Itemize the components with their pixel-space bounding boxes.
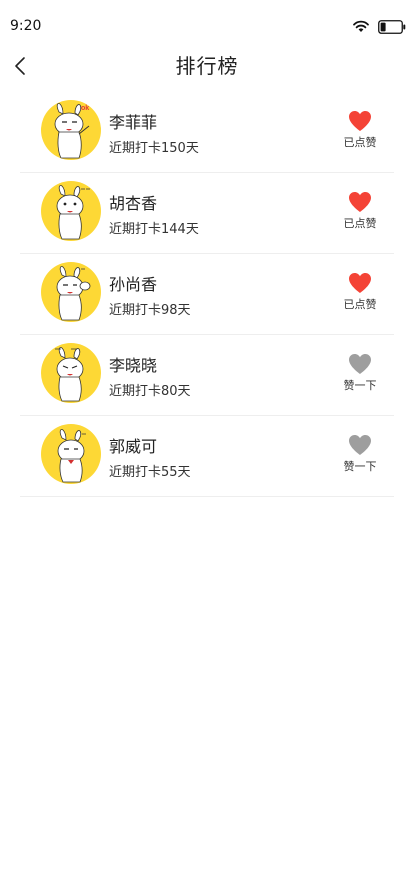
status-bar: 9:20	[0, 0, 414, 44]
checkin-days: 近期打卡150天	[109, 141, 199, 156]
avatar[interactable]	[41, 424, 101, 484]
user-name: 胡杏香	[109, 194, 158, 213]
avatar[interactable]: ok	[41, 100, 101, 160]
bunny-avatar-icon: ok	[54, 103, 90, 159]
like-label: 赞一下	[343, 379, 377, 392]
heart-icon	[349, 354, 371, 374]
heart-icon	[349, 192, 371, 212]
heart-icon	[349, 435, 371, 455]
list-item: 李晓晓 近期打卡80天 赞一下	[20, 335, 394, 416]
like-label: 已点赞	[343, 298, 377, 311]
like-label: 已点赞	[343, 217, 377, 230]
nav-bar: 排行榜	[0, 44, 414, 88]
avatar[interactable]	[41, 181, 101, 241]
bunny-avatar-icon	[57, 429, 86, 483]
like-button[interactable]: 赞一下	[340, 353, 380, 393]
like-button[interactable]: 赞一下	[340, 434, 380, 474]
checkin-days: 近期打卡80天	[109, 384, 191, 399]
user-name: 郭威可	[109, 437, 158, 456]
wifi-icon	[353, 20, 369, 32]
like-label: 赞一下	[343, 460, 377, 473]
checkin-days: 近期打卡55天	[109, 465, 191, 480]
battery-icon	[378, 20, 406, 34]
list-item: 胡杏香 近期打卡144天 已点赞	[20, 173, 394, 254]
page-title: 排行榜	[175, 54, 239, 78]
bunny-avatar-icon	[56, 266, 91, 321]
checkin-days: 近期打卡98天	[109, 303, 191, 318]
avatar[interactable]	[41, 343, 101, 403]
list-item: ok 李菲菲 近期打卡150天 已点赞	[20, 92, 394, 173]
list-item: 郭威可 近期打卡55天 赞一下	[20, 416, 394, 497]
like-label: 已点赞	[343, 136, 377, 149]
ranking-list: ok 李菲菲 近期打卡150天 已点赞 胡杏香 近期打卡144天 已点赞 孙尚香…	[20, 92, 394, 497]
avatar-badge: ok	[81, 105, 89, 112]
heart-icon	[349, 111, 371, 131]
user-name: 李菲菲	[109, 113, 158, 132]
like-button[interactable]: 已点赞	[340, 272, 380, 312]
bunny-avatar-icon	[55, 347, 84, 402]
list-item: 孙尚香 近期打卡98天 已点赞	[20, 254, 394, 335]
like-button[interactable]: 已点赞	[340, 191, 380, 231]
like-button[interactable]: 已点赞	[340, 110, 380, 150]
user-name: 李晓晓	[109, 356, 158, 375]
avatar[interactable]	[41, 262, 101, 322]
status-time: 9:20	[10, 18, 42, 34]
checkin-days: 近期打卡144天	[109, 222, 199, 237]
bunny-avatar-icon	[56, 185, 90, 240]
heart-icon	[349, 273, 371, 293]
user-name: 孙尚香	[109, 275, 158, 294]
